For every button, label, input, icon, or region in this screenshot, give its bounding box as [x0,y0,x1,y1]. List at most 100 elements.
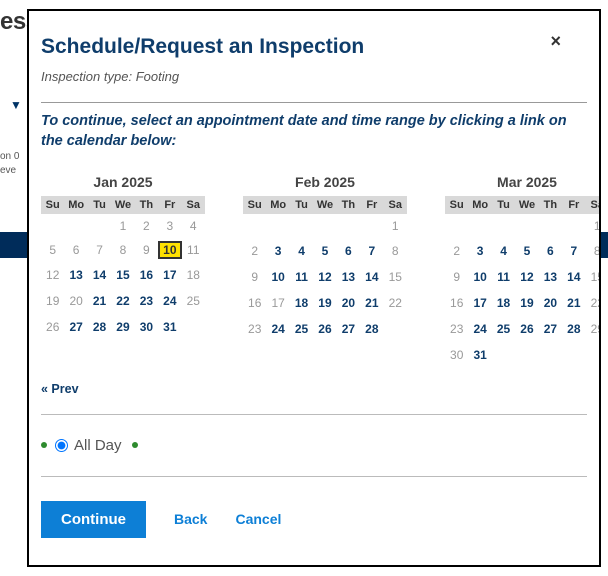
calendar-cell[interactable]: 13 [539,264,562,290]
calendar-cell[interactable]: 28 [88,314,111,340]
calendar-day-link[interactable]: 11 [292,269,311,285]
calendar-day-link[interactable]: 28 [564,321,583,337]
calendar-cell[interactable]: 18 [290,290,313,316]
calendar-cell[interactable]: 17 [158,262,181,288]
calendar-day-link[interactable]: 15 [113,267,132,283]
calendar-cell[interactable]: 10 [158,238,181,262]
calendar-cell[interactable]: 29 [111,314,134,340]
calendar-cell[interactable]: 19 [313,290,336,316]
calendar-day-link[interactable]: 25 [494,321,513,337]
calendar-day-link[interactable]: 10 [470,269,489,285]
calendar-day-link[interactable]: 30 [137,319,156,335]
prev-link[interactable]: « Prev [41,382,79,396]
calendar-cell[interactable]: 12 [515,264,538,290]
calendar-cell[interactable]: 20 [539,290,562,316]
calendar-day-link[interactable]: 27 [541,321,560,337]
calendar-cell[interactable]: 7 [562,238,585,264]
calendar-cell[interactable]: 22 [111,288,134,314]
calendar-day-link[interactable]: 24 [470,321,489,337]
calendar-cell[interactable]: 4 [492,238,515,264]
calendar-day-link[interactable]: 12 [315,269,334,285]
calendar-day-link[interactable]: 25 [292,321,311,337]
calendar-day-link[interactable]: 17 [470,295,489,311]
calendar-cell[interactable]: 27 [64,314,87,340]
calendar-day-link[interactable]: 23 [137,293,156,309]
calendar-cell[interactable]: 28 [562,316,585,342]
calendar-cell[interactable]: 21 [360,290,383,316]
calendar-day-link[interactable]: 31 [160,319,179,335]
calendar-day-link[interactable]: 27 [339,321,358,337]
calendar-day-link[interactable]: 14 [362,269,381,285]
continue-button[interactable]: Continue [41,501,146,538]
calendar-day-link[interactable]: 7 [365,243,378,259]
calendar-day-link[interactable]: 3 [474,243,487,259]
calendar-day-link[interactable]: 21 [90,293,109,309]
calendar-day-link[interactable]: 28 [362,321,381,337]
calendar-cell[interactable]: 11 [492,264,515,290]
calendar-cell[interactable]: 14 [88,262,111,288]
calendar-day-link[interactable]: 13 [339,269,358,285]
calendar-day-link[interactable]: 10 [268,269,287,285]
calendar-day-link[interactable]: 19 [517,295,536,311]
calendar-cell[interactable]: 28 [360,316,383,342]
calendar-cell[interactable]: 6 [337,238,360,264]
calendar-cell[interactable]: 19 [515,290,538,316]
calendar-day-link[interactable]: 14 [90,267,109,283]
back-button[interactable]: Back [174,511,207,527]
calendar-day-link[interactable]: 27 [66,319,85,335]
calendar-cell[interactable]: 26 [313,316,336,342]
calendar-day-link[interactable]: 3 [272,243,285,259]
calendar-cell[interactable]: 26 [515,316,538,342]
calendar-day-link[interactable]: 6 [342,243,355,259]
calendar-cell[interactable]: 11 [290,264,313,290]
calendar-cell[interactable]: 13 [337,264,360,290]
calendar-day-link[interactable]: 6 [544,243,557,259]
modal-scroll[interactable]: Schedule/Request an Inspection Inspectio… [29,21,599,565]
calendar-day-link[interactable]: 24 [160,293,179,309]
calendar-cell[interactable]: 3 [266,238,289,264]
calendar-cell[interactable]: 6 [539,238,562,264]
calendar-day-link[interactable]: 21 [362,295,381,311]
calendar-cell[interactable]: 16 [135,262,158,288]
calendar-cell[interactable]: 18 [492,290,515,316]
calendar-cell[interactable]: 24 [158,288,181,314]
close-icon[interactable]: × [550,31,561,52]
calendar-cell[interactable]: 15 [111,262,134,288]
dropdown-arrow-icon[interactable]: ▼ [10,98,22,112]
calendar-cell[interactable]: 14 [562,264,585,290]
calendar-cell[interactable]: 5 [313,238,336,264]
calendar-day-link[interactable]: 20 [541,295,560,311]
calendar-day-link[interactable]: 26 [517,321,536,337]
calendar-day-link[interactable]: 22 [113,293,132,309]
calendar-cell[interactable]: 14 [360,264,383,290]
calendar-cell[interactable]: 30 [135,314,158,340]
calendar-day-link[interactable]: 5 [521,243,534,259]
calendar-day-link[interactable]: 18 [292,295,311,311]
calendar-day-link[interactable]: 19 [315,295,334,311]
calendar-day-link[interactable]: 26 [315,321,334,337]
calendar-cell[interactable]: 25 [290,316,313,342]
calendar-cell[interactable]: 21 [88,288,111,314]
calendar-cell[interactable]: 27 [337,316,360,342]
calendar-cell[interactable]: 24 [468,316,491,342]
cancel-button[interactable]: Cancel [235,511,281,527]
calendar-day-link[interactable]: 7 [567,243,580,259]
calendar-cell[interactable]: 24 [266,316,289,342]
calendar-day-link[interactable]: 18 [494,295,513,311]
calendar-day-today[interactable]: 10 [158,241,181,259]
calendar-cell[interactable]: 10 [468,264,491,290]
calendar-cell[interactable]: 21 [562,290,585,316]
calendar-cell[interactable]: 3 [468,238,491,264]
calendar-day-link[interactable]: 13 [541,269,560,285]
calendar-day-link[interactable]: 31 [470,347,489,363]
calendar-cell[interactable]: 31 [468,342,491,368]
calendar-day-link[interactable]: 24 [268,321,287,337]
calendar-day-link[interactable]: 12 [517,269,536,285]
calendar-day-link[interactable]: 29 [113,319,132,335]
calendar-day-link[interactable]: 28 [90,319,109,335]
calendar-day-link[interactable]: 14 [564,269,583,285]
calendar-cell[interactable]: 5 [515,238,538,264]
calendar-cell[interactable]: 4 [290,238,313,264]
calendar-day-link[interactable]: 20 [339,295,358,311]
calendar-day-link[interactable]: 16 [137,267,156,283]
